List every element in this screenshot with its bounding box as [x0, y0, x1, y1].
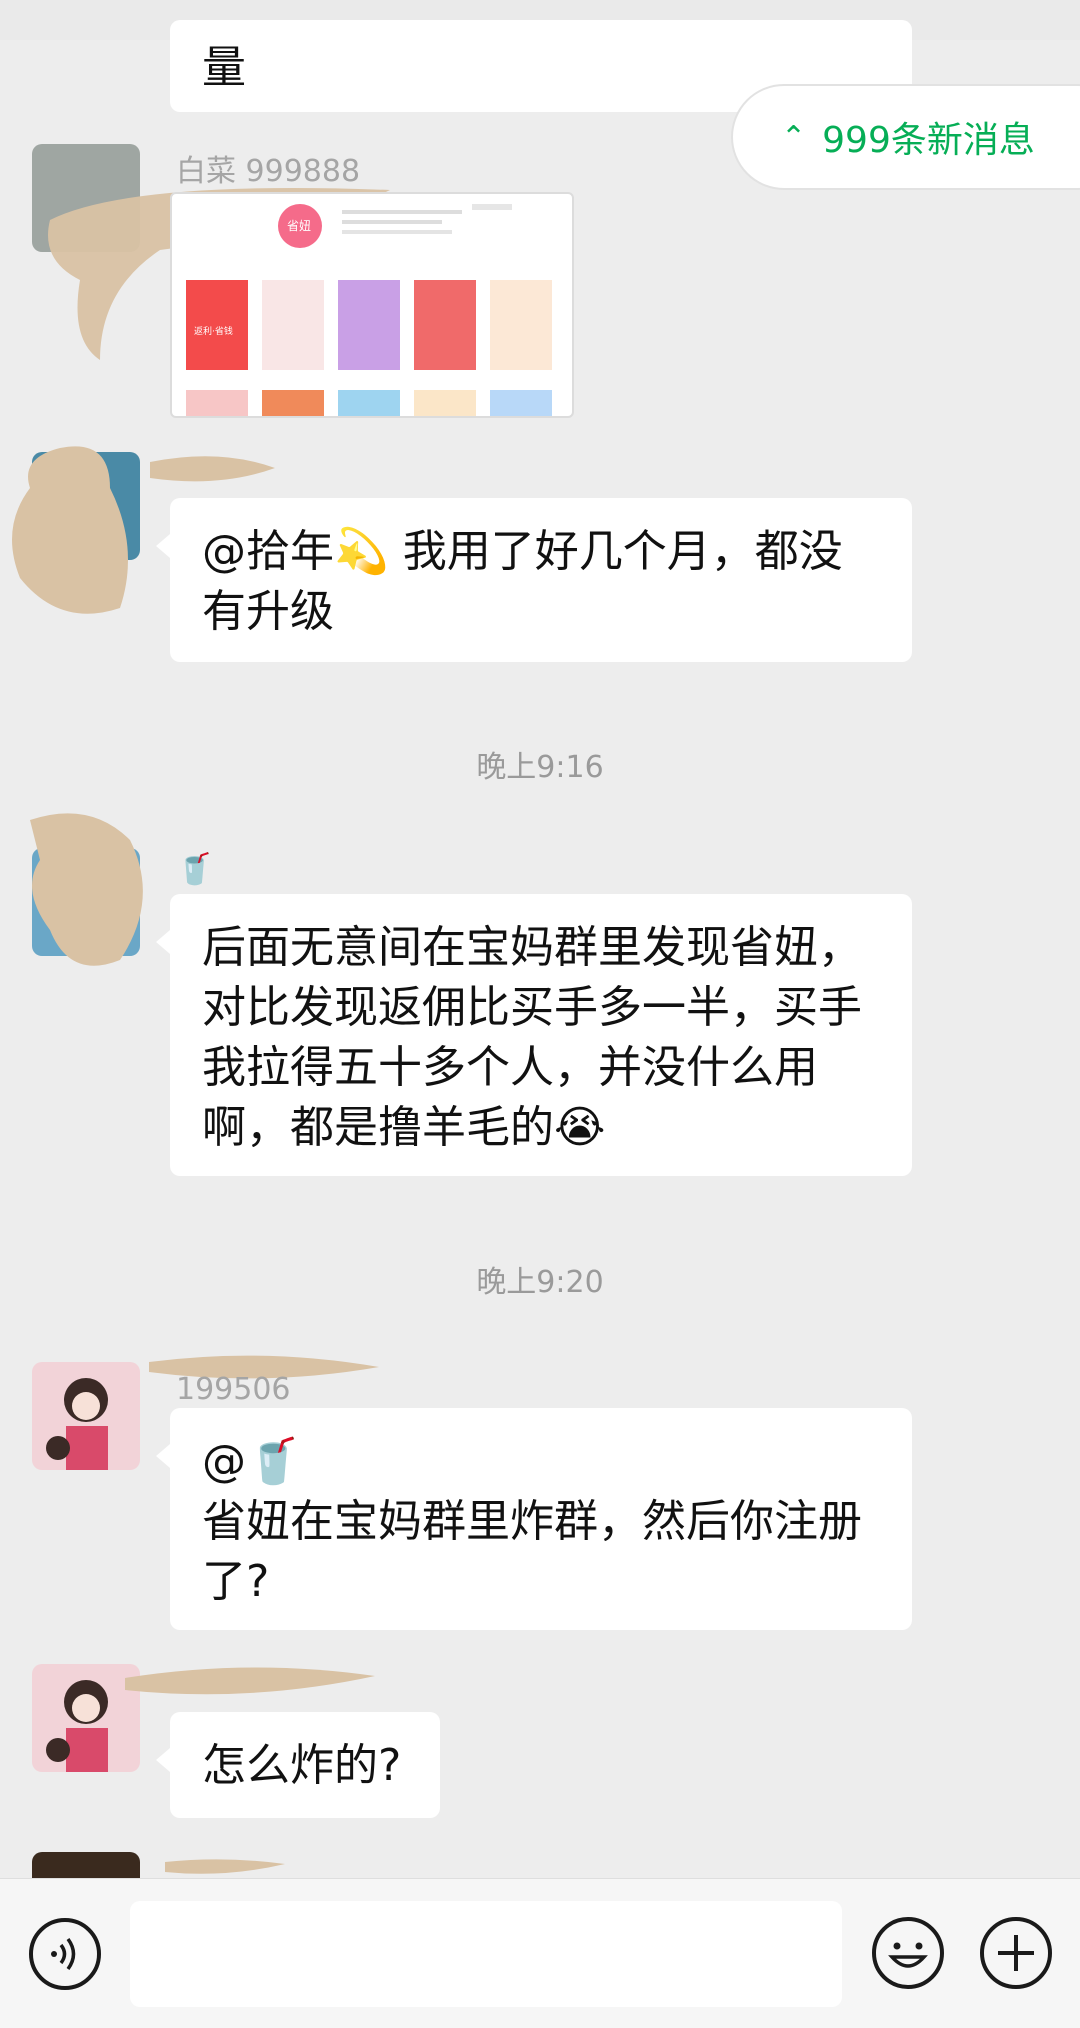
shared-image-title: 省妞 — [287, 219, 311, 233]
message-text-line: 省妞在宝妈群里炸群，然后你注册了? — [202, 1496, 862, 1607]
avatar-illustration — [46, 1378, 108, 1470]
message-bubble[interactable]: @拾年💫 我用了好几个月，都没有升级 — [156, 498, 912, 662]
sender-name: 白菜 999888 — [176, 154, 361, 189]
shared-image-preview: 省妞 返利·省钱 — [186, 204, 552, 416]
sender-name: 199506 — [176, 1372, 291, 1407]
sender-name: 🥤 — [176, 852, 214, 887]
plus-button[interactable] — [978, 1915, 1054, 1995]
message-text-line: @🥤 — [202, 1436, 301, 1487]
shared-image[interactable]: 省妞 返利·省钱 — [170, 192, 574, 418]
privacy-scribble — [30, 813, 143, 966]
message-bubble[interactable]: @🥤 省妞在宝妈群里炸群，然后你注册了? — [156, 1408, 912, 1630]
input-bar — [0, 1878, 1080, 2028]
message-bubble[interactable]: 后面无意间在宝妈群里发现省妞，对比发现返佣比买手多一半，买手我拉得五十多个人，并… — [156, 894, 912, 1176]
timestamp: 晚上9:20 — [476, 1265, 604, 1300]
message-text: @拾年💫 我用了好几个月，都没有升级 — [202, 526, 843, 637]
double-chevron-up-icon: ⌃ — [781, 119, 807, 155]
emoji-icon — [872, 1917, 944, 1989]
message-text: 怎么炸的? — [202, 1740, 402, 1791]
avatar[interactable] — [32, 1852, 140, 1878]
avatar[interactable] — [32, 1362, 140, 1470]
message-bubble[interactable]: 怎么炸的? — [156, 1712, 440, 1818]
plus-icon — [980, 1917, 1052, 1989]
message-text: 量 — [202, 42, 246, 93]
privacy-scribble — [125, 1667, 375, 1695]
new-messages-button[interactable]: ⌃ 999条新消息 — [731, 84, 1080, 190]
voice-icon — [29, 1918, 101, 1990]
message-text: 后面无意间在宝妈群里发现省妞，对比发现返佣比买手多一半，买手我拉得五十多个人，并… — [202, 922, 862, 1153]
new-messages-label: 999条新消息 — [822, 120, 1035, 161]
message-input[interactable] — [130, 1901, 842, 2007]
voice-button[interactable] — [28, 1917, 102, 1995]
emoji-button[interactable] — [870, 1915, 946, 1995]
privacy-scribble — [165, 1859, 285, 1874]
shared-image-subtitle: 返利·省钱 — [194, 325, 233, 337]
timestamp: 晚上9:16 — [476, 750, 604, 785]
